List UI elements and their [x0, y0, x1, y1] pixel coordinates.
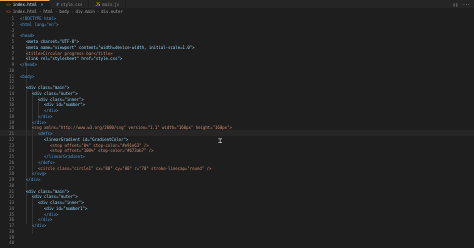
js-file-icon: JS — [95, 1, 101, 7]
line-number: 40 — [9, 240, 14, 246]
close-icon[interactable]: × — [41, 2, 43, 7]
tab-style-css[interactable]: # style.css — [50, 0, 90, 8]
css-file-icon: # — [56, 1, 59, 7]
html-file-icon: <> — [6, 2, 11, 7]
tab-label: main.js — [102, 1, 120, 7]
breadcrumb-item[interactable]: div.main — [75, 9, 94, 14]
tab-label: index.html — [12, 2, 37, 7]
code-line: </div> — [26, 177, 41, 182]
code-line: <svg xmlns="http://www.w3.org/2000/svg" … — [32, 125, 232, 131]
breadcrumb-item[interactable]: div.outer — [101, 9, 123, 14]
chevron-right-icon: › — [71, 9, 74, 14]
more-actions-icon[interactable]: ··· — [463, 2, 470, 7]
breadcrumb-item[interactable]: index.html — [13, 9, 37, 14]
code-line: <body> — [20, 73, 35, 79]
code-line: <html lang="en"> — [20, 21, 59, 27]
code-line: <circle class="circle1" cx="80" cy="80" … — [38, 165, 212, 171]
tab-main-js[interactable]: JS main.js — [89, 0, 127, 8]
code-line: </head> — [20, 62, 37, 67]
editor-actions: ▯▯ ··· — [453, 0, 474, 8]
mouse-cursor-icon: ⌶ — [218, 137, 223, 145]
indent-guide — [32, 90, 33, 176]
tab-label: style.css — [60, 1, 83, 7]
html-file-icon: <> — [6, 9, 11, 14]
breadcrumb-item[interactable]: body — [59, 9, 69, 14]
breadcrumb: <> index.html › html › body › div.main ›… — [0, 8, 474, 15]
code-editor[interactable]: 1 2 3 4 5 6 7 8 9 10 11 12 13 14 15 16 1… — [0, 16, 474, 248]
indent-guide — [26, 44, 27, 224]
chevron-right-icon: › — [38, 9, 42, 14]
editor-tab-bar: <> index.html × # style.css JS main.js ▯… — [0, 0, 474, 8]
chevron-right-icon: › — [54, 9, 58, 14]
breadcrumb-item[interactable]: html — [43, 9, 53, 14]
line-number-gutter: 1 2 3 4 5 6 7 8 9 10 11 12 13 14 15 16 1… — [0, 16, 18, 248]
code-line: <link rel="stylesheet" href="style.css"> — [26, 56, 123, 62]
split-editor-icon[interactable]: ▯▯ — [453, 2, 458, 7]
code-line: </div> — [32, 223, 47, 228]
tab-index-html[interactable]: <> index.html × — [0, 0, 51, 8]
chevron-right-icon: › — [96, 9, 100, 14]
